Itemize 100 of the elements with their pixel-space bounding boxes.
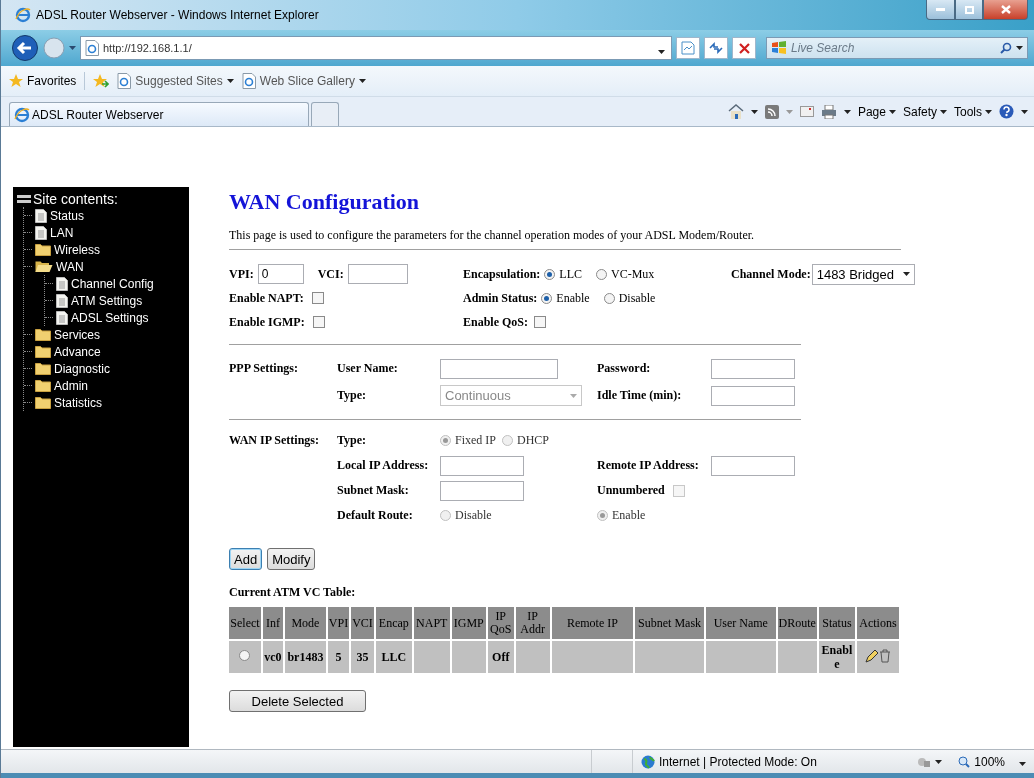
caret-icon xyxy=(358,79,366,83)
sidebar-item[interactable]: ATM Settings xyxy=(71,293,143,308)
sidebar-item[interactable]: Advance xyxy=(54,344,101,359)
page-icon xyxy=(85,40,99,56)
radio-label: LLC xyxy=(559,266,583,282)
refresh-button[interactable] xyxy=(704,37,728,59)
back-button[interactable] xyxy=(11,34,39,62)
column-header: NAPT xyxy=(413,607,450,639)
mail-icon[interactable] xyxy=(799,106,814,117)
page-icon xyxy=(241,73,256,89)
radio-label: Enable xyxy=(556,290,590,306)
zoom-icon xyxy=(958,755,971,768)
star-icon xyxy=(9,74,23,88)
column-header: Select xyxy=(229,607,261,639)
sidebar-item[interactable]: LAN xyxy=(50,225,74,240)
stop-button[interactable] xyxy=(732,37,756,59)
forward-button[interactable] xyxy=(43,37,65,59)
radio-label: VC-Mux xyxy=(611,266,655,282)
page-title: WAN Configuration xyxy=(229,189,421,215)
radio-button[interactable] xyxy=(541,292,553,304)
document-icon xyxy=(56,293,68,308)
sidebar-item[interactable]: Channel Config xyxy=(71,276,154,291)
form-button[interactable]: Modify xyxy=(267,548,316,570)
field-label: User Name: xyxy=(337,361,399,376)
field-label: VPI: xyxy=(229,266,254,282)
checkbox[interactable] xyxy=(534,316,546,328)
delete-selected-button[interactable]: Delete Selected xyxy=(229,690,366,712)
edit-icon[interactable] xyxy=(864,648,879,663)
caret-icon xyxy=(1016,46,1023,50)
caret-icon xyxy=(785,109,793,114)
checkbox[interactable] xyxy=(312,316,325,328)
column-header: Mode xyxy=(284,607,326,639)
form-button[interactable]: Add xyxy=(229,548,263,570)
search-field[interactable]: Live Search xyxy=(791,41,996,55)
table-cell: 5 xyxy=(335,650,342,664)
radio-button[interactable] xyxy=(603,292,615,304)
radio-button[interactable] xyxy=(239,650,251,661)
address-bar[interactable]: http://192.168.1.1/ xyxy=(80,36,672,60)
sidebar-item[interactable]: Diagnostic xyxy=(54,361,111,376)
command-menu[interactable]: Page xyxy=(857,104,896,119)
favorites-button[interactable]: Favorites xyxy=(9,74,77,88)
dropdown[interactable]: 1483 Bridged xyxy=(811,263,915,285)
home-icon[interactable] xyxy=(727,104,744,119)
command-menu[interactable]: Tools xyxy=(954,104,992,119)
table-cell: vc0 xyxy=(264,650,282,664)
document-icon xyxy=(35,225,47,240)
sidebar-item[interactable]: Admin xyxy=(54,378,88,393)
caret-icon xyxy=(902,272,910,276)
close-icon xyxy=(1000,5,1011,14)
document-icon xyxy=(56,310,68,325)
new-tab-button[interactable] xyxy=(311,102,339,126)
browser-tab[interactable]: ADSL Router Webserver xyxy=(9,102,309,126)
table-cell: Enable xyxy=(821,643,853,671)
field-label: Subnet Mask: xyxy=(337,483,410,498)
maximize-button[interactable] xyxy=(955,0,983,20)
checkbox[interactable] xyxy=(311,292,324,304)
sidebar-item[interactable]: Services xyxy=(54,327,100,342)
favorites-link[interactable]: Suggested Sites xyxy=(117,73,234,89)
windows-logo-icon xyxy=(771,41,787,55)
command-menu[interactable]: Safety xyxy=(902,104,947,119)
browser-logo-icon xyxy=(15,7,31,23)
input-field[interactable] xyxy=(711,385,795,406)
sidebar-item[interactable]: WAN xyxy=(56,259,84,274)
caret-icon xyxy=(1019,761,1026,766)
minimize-button[interactable] xyxy=(926,0,955,20)
browser-logo-icon xyxy=(14,106,30,123)
sidebar-item[interactable]: Wireless xyxy=(54,242,100,257)
table-cell: 35 xyxy=(356,650,369,664)
input-field[interactable] xyxy=(711,358,795,379)
sidebar-item[interactable]: ADSL Settings xyxy=(71,310,149,325)
search-box[interactable]: Live Search xyxy=(766,37,1028,59)
radio-button[interactable] xyxy=(544,268,556,280)
input-field[interactable] xyxy=(440,358,558,379)
caret-icon xyxy=(658,49,665,54)
caret-icon xyxy=(935,759,943,764)
help-icon[interactable] xyxy=(999,104,1014,119)
caret-icon xyxy=(888,109,896,114)
caret-icon xyxy=(843,109,851,114)
sidebar-item[interactable]: Statistics xyxy=(54,395,102,410)
field-label: Local IP Address: xyxy=(337,458,430,473)
close-button[interactable] xyxy=(983,0,1028,20)
compatibility-button[interactable] xyxy=(676,37,700,59)
zoom-button[interactable]: 100% xyxy=(950,754,1034,769)
field-label: VCI: xyxy=(317,266,344,282)
add-favorite-icon[interactable] xyxy=(93,74,110,88)
feed-icon[interactable] xyxy=(764,104,779,119)
radio-button[interactable] xyxy=(596,268,608,280)
input-field[interactable] xyxy=(347,264,408,284)
column-header: IP Addr xyxy=(515,607,550,639)
column-header: Actions xyxy=(856,607,899,639)
sidebar-item[interactable]: Status xyxy=(50,208,85,223)
column-header: Remote IP xyxy=(551,607,634,639)
table-cell: br1483 xyxy=(287,650,324,664)
input-field[interactable]: 0 xyxy=(257,264,304,284)
stop-icon xyxy=(738,42,750,54)
zone-text: Internet | Protected Mode: On xyxy=(659,754,817,769)
column-header: VPI xyxy=(327,607,350,639)
print-icon[interactable] xyxy=(820,104,837,119)
refresh-icon xyxy=(709,42,723,54)
favorites-link[interactable]: Web Slice Gallery xyxy=(241,73,366,89)
